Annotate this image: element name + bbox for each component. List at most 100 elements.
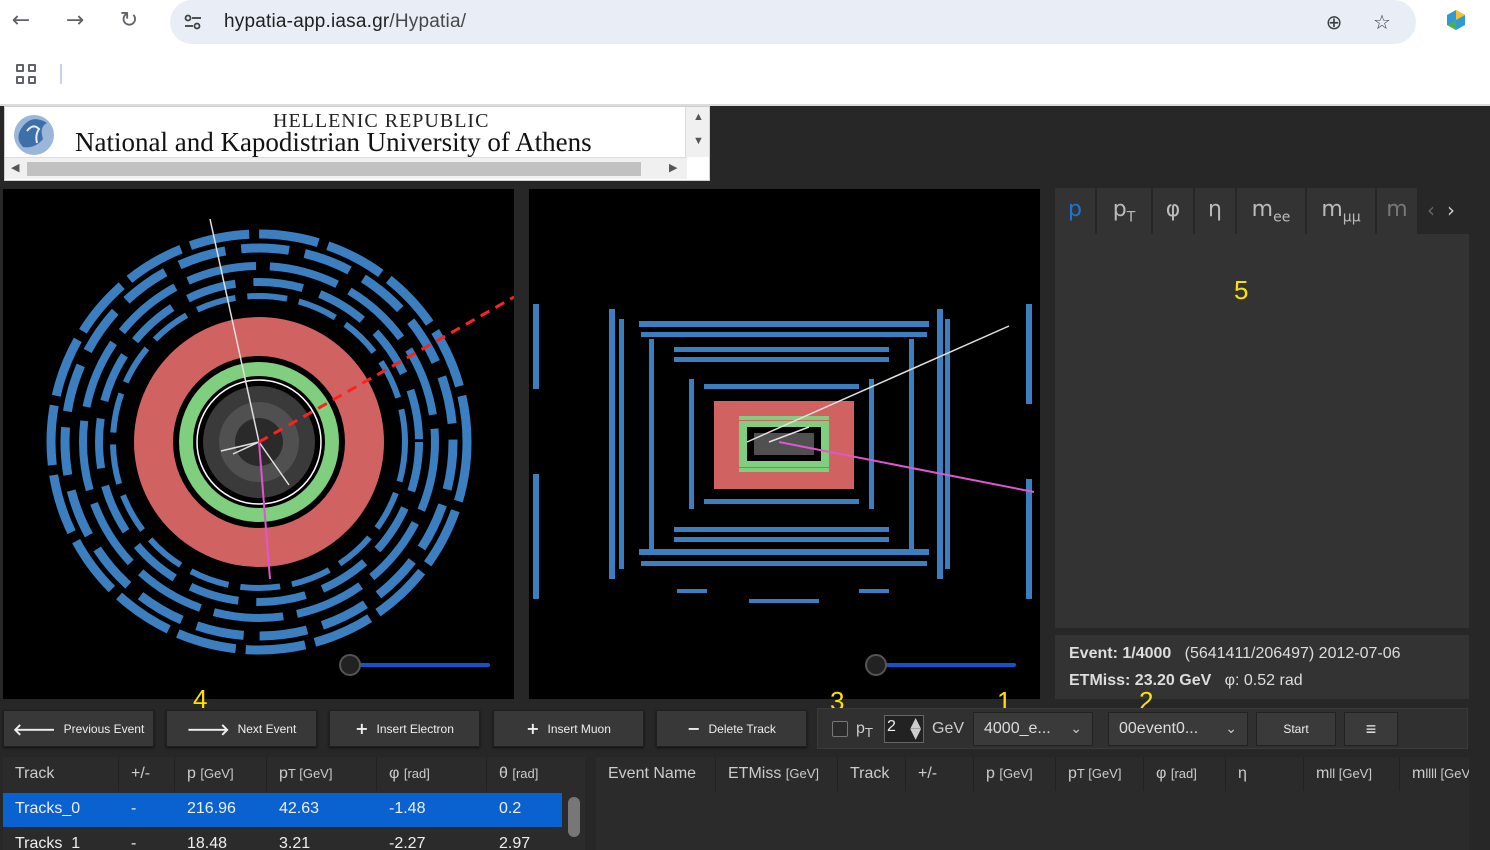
col-mll-unit: ll [GeV] [1329, 766, 1372, 781]
insert-electron-button[interactable]: + Insert Electron [329, 710, 480, 747]
longitudinal-detector-view[interactable] [529, 189, 1040, 699]
scroll-right-icon[interactable]: ▶ [669, 161, 677, 174]
table-cell[interactable]: 0.2 [487, 793, 521, 827]
col-p[interactable]: p [GeV] [175, 757, 267, 791]
event-counter: Event: 1/4000 [1069, 645, 1172, 662]
tab-phi[interactable]: φ [1153, 188, 1193, 234]
col-charge-label: +/- [131, 765, 151, 782]
browser-toolbar: ← → ↻ hypatia-app.iasa.gr/Hypatia/ ⊕ ☆ [0, 0, 1490, 50]
table-cell[interactable]: 216.96 [175, 793, 236, 827]
reload-icon[interactable]: ↻ [114, 6, 144, 36]
col-mll-label: m [1316, 765, 1330, 782]
event-info-box: Event: 1/4000 (5641411/206497) 2012-07-0… [1055, 635, 1469, 699]
url-host: hypatia-app.iasa.gr [224, 11, 390, 32]
col-track-label: Track [15, 765, 55, 782]
col-event-name-label: Event Name [608, 765, 697, 782]
dataset-select-value: 4000_e... [984, 720, 1051, 737]
col-p[interactable]: p [GeV] [974, 757, 1056, 791]
table-cell[interactable]: 2.97 [487, 828, 530, 850]
event-controls: pT 2 ▲ ▼ GeV 4000_e... ⌄ 00event0... ⌄ Start… [817, 708, 1468, 749]
table-cell[interactable]: Tracks_1 [3, 828, 80, 850]
col-eta[interactable]: η [1226, 757, 1304, 791]
previous-event-button[interactable]: 🡐 Previous Event [3, 710, 154, 747]
event-file-select[interactable]: 00event0... ⌄ [1108, 712, 1248, 746]
table-cell[interactable]: 3.21 [267, 828, 310, 850]
chevron-down-icon: ⌄ [1070, 721, 1082, 737]
site-settings-icon[interactable] [182, 11, 204, 33]
phi-value: φ: 0.52 rad [1224, 672, 1303, 689]
tab-p-label: p [1068, 197, 1082, 222]
banner-horizontal-scrollbar[interactable]: ◀ ▶ [5, 157, 687, 179]
col-phi[interactable]: φ [rad] [1144, 757, 1226, 791]
banner-vertical-scrollbar[interactable]: ▲ ▼ [685, 107, 709, 157]
address-bar[interactable]: hypatia-app.iasa.gr/Hypatia/ ⊕ ☆ [170, 0, 1416, 44]
scrollbar-thumb[interactable] [27, 162, 641, 176]
histogram-tabs: p pT φ η mee mμμ m ‹ › [1055, 188, 1469, 234]
spinner-arrows-icon[interactable]: ▲ ▼ [910, 716, 921, 741]
scroll-up-icon[interactable]: ▲ [693, 111, 704, 123]
tracks-table-scrollbar[interactable] [563, 793, 585, 850]
col-pt[interactable]: pT [GeV] [1056, 757, 1144, 791]
transverse-view-canvas[interactable] [3, 189, 514, 699]
apps-grid-icon[interactable] [16, 64, 38, 86]
tab-eta[interactable]: η [1195, 188, 1235, 234]
tabs-prev-icon[interactable]: ‹ [1427, 198, 1435, 222]
col-charge[interactable]: +/- [906, 757, 974, 791]
start-button[interactable]: Start [1256, 712, 1336, 746]
col-phi[interactable]: φ [rad] [377, 757, 487, 791]
gev-unit-label: GeV [932, 720, 965, 737]
delete-track-button[interactable]: − Delete Track [656, 710, 807, 747]
longitudinal-zoom-track[interactable] [877, 663, 1016, 667]
table-cell[interactable]: - [119, 793, 136, 827]
tab-mee-label: m [1251, 197, 1274, 222]
next-event-button[interactable]: 🡒 Next Event [166, 710, 317, 747]
table-cell[interactable]: -2.27 [377, 828, 425, 850]
zoom-icon[interactable]: ⊕ [1320, 8, 1348, 36]
tab-pt[interactable]: pT [1097, 188, 1151, 234]
table-cell[interactable]: -1.48 [377, 793, 425, 827]
bookmark-star-icon[interactable]: ☆ [1368, 8, 1396, 36]
col-pt[interactable]: pT [GeV] [267, 757, 377, 791]
insert-muon-button[interactable]: + Insert Muon [493, 710, 644, 747]
scrollbar-thumb[interactable] [568, 797, 580, 837]
col-mllll[interactable]: mllll [GeV] [1400, 757, 1469, 791]
col-mll[interactable]: mll [GeV] [1304, 757, 1400, 791]
extension-icon[interactable] [1444, 8, 1468, 32]
table-cell[interactable]: 18.48 [175, 828, 227, 850]
col-track[interactable]: Track [3, 757, 119, 791]
back-icon[interactable]: ← [6, 6, 36, 36]
transverse-detector-view[interactable] [3, 189, 514, 699]
pt-filter-checkbox[interactable] [832, 721, 848, 737]
transverse-zoom-track[interactable] [353, 663, 490, 667]
tab-phi-label: φ [1165, 197, 1181, 222]
menu-icon[interactable]: ≡ [1344, 712, 1398, 746]
col-phi-unit: [rad] [1170, 766, 1197, 781]
col-event-name[interactable]: Event Name [596, 757, 716, 791]
scroll-left-icon[interactable]: ◀ [11, 161, 19, 174]
col-track[interactable]: Track [838, 757, 906, 791]
tab-p[interactable]: p [1055, 188, 1095, 234]
tab-mmumu[interactable]: mμμ [1307, 188, 1375, 234]
tab-pt-label: p [1112, 197, 1127, 222]
longitudinal-view-canvas[interactable] [529, 189, 1040, 699]
tabs-next-icon[interactable]: › [1447, 198, 1455, 222]
table-cell[interactable]: 42.63 [267, 793, 319, 827]
col-theta[interactable]: θ [rad] [487, 757, 563, 791]
table-cell[interactable]: Tracks_0 [3, 793, 80, 827]
pt-threshold-spinner[interactable]: 2 ▲ ▼ [884, 715, 924, 743]
longitudinal-zoom-knob[interactable] [865, 654, 887, 676]
tab-more[interactable]: m [1377, 188, 1417, 234]
col-etmiss[interactable]: ETMiss [GeV] [716, 757, 838, 791]
scroll-down-icon[interactable]: ▼ [693, 135, 704, 147]
tab-mee[interactable]: mee [1237, 188, 1305, 234]
tab-more-label: m [1386, 197, 1408, 222]
url-text[interactable]: hypatia-app.iasa.gr/Hypatia/ [224, 11, 466, 33]
dataset-select[interactable]: 4000_e... ⌄ [973, 712, 1093, 746]
forward-icon[interactable]: → [60, 6, 90, 36]
col-p-label: p [187, 765, 201, 782]
previous-event-label: Previous Event [63, 721, 145, 736]
col-etmiss-label: ETMiss [728, 765, 786, 782]
table-cell[interactable]: - [119, 828, 136, 850]
col-charge[interactable]: +/- [119, 757, 175, 791]
transverse-zoom-knob[interactable] [339, 654, 361, 676]
